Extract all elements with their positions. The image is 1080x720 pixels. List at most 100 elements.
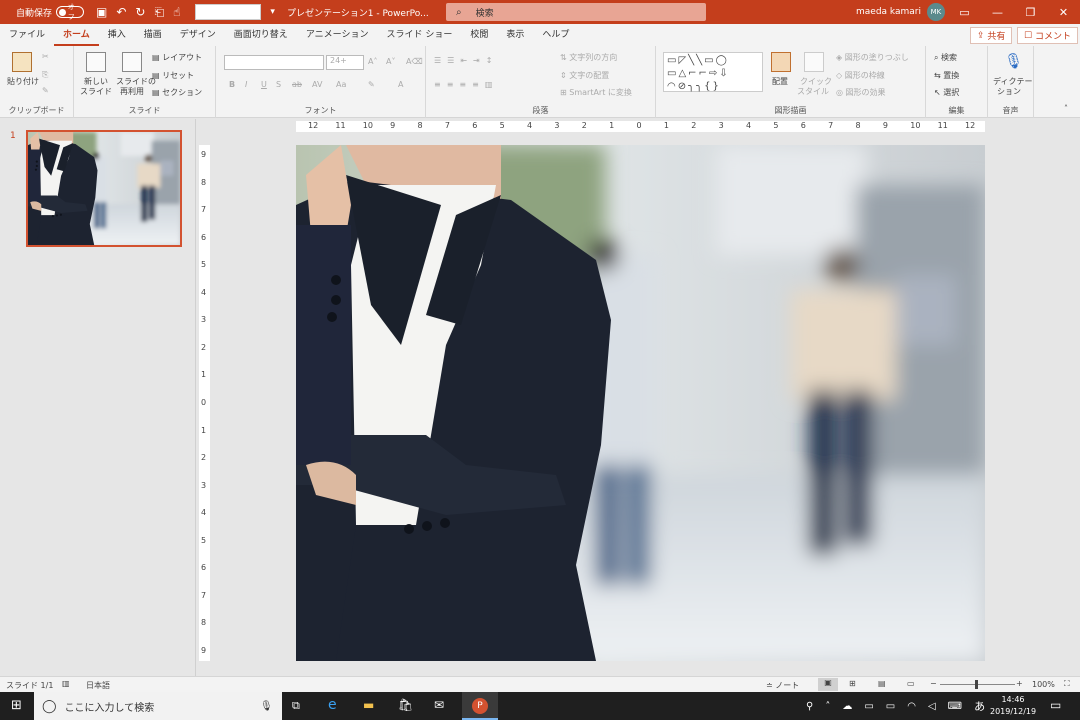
mail-icon[interactable]: ✉	[434, 698, 444, 712]
share-button[interactable]: ⇪ 共有	[970, 27, 1013, 44]
onedrive-icon[interactable]: ☁	[842, 701, 852, 712]
shape-effects-button[interactable]: ◎ 図形の効果	[836, 87, 886, 98]
reuse-slides-button-line2[interactable]: 再利用	[120, 86, 144, 97]
dictate-button-line2[interactable]: ション	[997, 86, 1021, 97]
arrange-button[interactable]: 配置	[772, 76, 788, 87]
customize-toolbar-icon[interactable]: ▾	[270, 7, 275, 17]
align-text-button[interactable]: ⇕ 文字の配置	[560, 70, 609, 81]
paste-button[interactable]: 貼り付け	[7, 76, 39, 87]
reuse-slides-icon[interactable]	[122, 52, 142, 72]
font-name-select[interactable]	[224, 55, 324, 70]
copy-icon[interactable]: ⎘	[42, 70, 48, 80]
layout-button[interactable]: ▤ レイアウト	[152, 52, 202, 63]
smartart-button[interactable]: ⊞ SmartArt に変換	[560, 87, 632, 98]
italic-button[interactable]: I	[245, 80, 247, 89]
font-size-select[interactable]: 24+	[326, 55, 364, 70]
network-tray-icon[interactable]: ▭	[864, 701, 873, 712]
people-icon[interactable]: ⚲	[806, 701, 813, 712]
tab-view[interactable]: 表示	[497, 24, 533, 46]
zoom-slider-thumb[interactable]	[975, 680, 978, 689]
shape-fill-button[interactable]: ◈ 図形の塗りつぶし	[836, 52, 909, 63]
text-direction-button[interactable]: ⇅ 文字列の方向	[560, 52, 617, 63]
tab-transitions[interactable]: 画面切り替え	[225, 24, 297, 46]
grow-font-icon[interactable]: A˄	[368, 57, 377, 66]
microphone-icon[interactable]: 🎙	[260, 701, 273, 712]
slide-canvas[interactable]	[296, 145, 985, 661]
show-hidden-icon[interactable]: ˄	[825, 701, 830, 712]
action-center-icon[interactable]: ▭	[1050, 698, 1061, 712]
paste-icon[interactable]	[12, 52, 32, 72]
ime-indicator[interactable]: あ	[974, 698, 985, 714]
tab-help[interactable]: ヘルプ	[533, 24, 578, 46]
select-button[interactable]: ↖ 選択	[934, 87, 959, 98]
slide-thumbnail[interactable]	[26, 130, 182, 247]
list-buttons[interactable]: ☰☰⇤⇥↕	[434, 56, 498, 65]
slide-sorter-icon[interactable]: ⊞	[849, 679, 856, 688]
tab-draw[interactable]: 描画	[135, 24, 171, 46]
tab-design[interactable]: デザイン	[171, 24, 225, 46]
bold-button[interactable]: B	[229, 80, 235, 89]
font-combo-quick[interactable]	[195, 4, 262, 20]
user-account[interactable]: maeda kamari MK	[856, 0, 945, 24]
align-buttons[interactable]: ≡≡≡≡▥	[434, 80, 498, 89]
volume-icon[interactable]: ◁	[928, 701, 936, 712]
file-explorer-icon[interactable]: ▬	[363, 698, 374, 712]
change-case-button[interactable]: Aa	[336, 80, 346, 89]
avatar[interactable]: MK	[926, 3, 945, 21]
tab-slideshow[interactable]: スライド ショー	[377, 24, 461, 46]
language-bar-icon[interactable]: ⌨	[948, 701, 962, 712]
taskbar-search[interactable]: ◯ ここに入力して検索 🎙	[34, 692, 282, 720]
language-status[interactable]: 日本語	[86, 680, 110, 691]
shrink-font-icon[interactable]: A˅	[386, 57, 395, 66]
reading-view-icon[interactable]: ▤	[878, 679, 886, 688]
clear-format-icon[interactable]: A⌫	[406, 57, 423, 66]
tab-animations[interactable]: アニメーション	[297, 24, 378, 46]
clock[interactable]: 14:46 2019/12/19	[990, 694, 1036, 718]
section-button[interactable]: ▤ セクション	[152, 87, 202, 98]
autosave-toggle[interactable]: 自動保存 オフ	[16, 3, 85, 21]
start-slideshow-icon[interactable]: ⎗	[154, 5, 164, 20]
powerpoint-taskbar-button[interactable]: P	[462, 692, 498, 720]
edge-icon[interactable]: e	[328, 697, 337, 713]
slideshow-view-icon[interactable]: ▭	[907, 679, 915, 688]
reset-button[interactable]: ▤ リセット	[152, 70, 194, 81]
store-icon[interactable]: 🛍	[398, 698, 413, 712]
strikethrough-button[interactable]: ab	[292, 80, 302, 89]
notes-button[interactable]: ≐ ノート	[766, 680, 799, 691]
fit-slide-icon[interactable]: ⛶	[1064, 679, 1070, 689]
new-slide-icon[interactable]	[86, 52, 106, 72]
spellcheck-icon[interactable]: ▥	[62, 679, 70, 688]
shapes-gallery[interactable]: ▭◸╲╲▭◯ ▭△⌐⌐⇨⇩ ◠⊘╮╮{}	[663, 52, 763, 92]
arrange-icon[interactable]	[771, 52, 791, 72]
normal-view-icon[interactable]: ▣	[818, 678, 838, 691]
redo-icon[interactable]: ↻	[135, 5, 145, 19]
tab-insert[interactable]: 挿入	[99, 24, 135, 46]
quick-styles-button-line2[interactable]: スタイル	[797, 86, 829, 97]
new-slide-button-line2[interactable]: スライド	[80, 86, 112, 97]
microphone-icon[interactable]: 🎙	[1004, 52, 1023, 70]
restore-icon[interactable]: ❐	[1014, 6, 1047, 19]
tab-file[interactable]: ファイル	[0, 24, 54, 46]
quick-styles-icon[interactable]	[804, 52, 824, 72]
highlight-icon[interactable]: ✎	[368, 80, 375, 89]
ribbon-display-icon[interactable]: ▭	[948, 6, 981, 19]
comment-button[interactable]: ☐ コメント	[1017, 27, 1078, 44]
char-spacing-button[interactable]: AV	[312, 80, 322, 89]
format-painter-icon[interactable]: ✎	[42, 86, 49, 95]
find-button[interactable]: ⌕ 検索	[934, 52, 957, 63]
tab-home[interactable]: ホーム	[54, 24, 99, 46]
close-icon[interactable]: ✕	[1047, 6, 1080, 19]
search-box[interactable]: ⌕ 検索	[446, 3, 706, 21]
font-color-icon[interactable]: A	[398, 80, 403, 89]
windows-start-icon[interactable]: ⊞	[11, 698, 22, 713]
task-view-icon[interactable]: ⧉	[292, 699, 300, 713]
wifi-icon[interactable]: ◠	[907, 701, 916, 712]
minimize-icon[interactable]: —	[981, 6, 1014, 19]
zoom-level[interactable]: 100%	[1032, 680, 1055, 689]
slide-photo[interactable]	[296, 145, 985, 661]
undo-icon[interactable]: ↶	[116, 5, 126, 19]
save-icon[interactable]: ▣	[96, 5, 107, 19]
battery-icon[interactable]: ▭	[886, 701, 895, 712]
shadow-text-button[interactable]: S	[276, 80, 281, 89]
autosave-switch[interactable]: オフ	[56, 3, 85, 21]
